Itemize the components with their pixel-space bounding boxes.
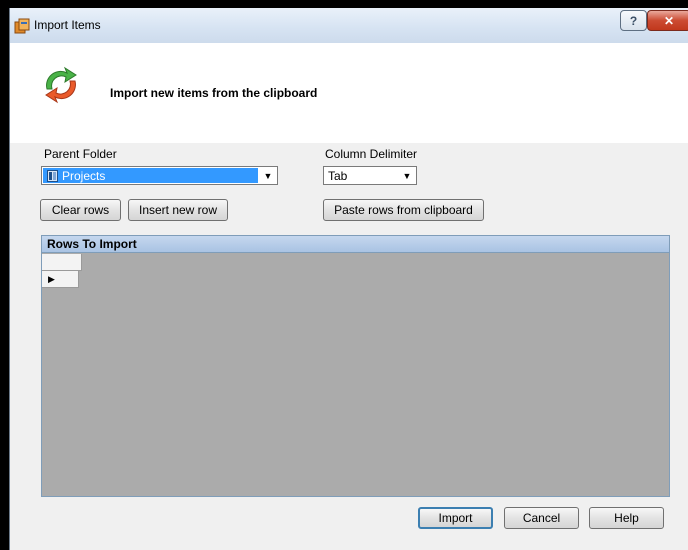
cancel-button[interactable]: Cancel — [504, 507, 579, 529]
clear-rows-button[interactable]: Clear rows — [40, 199, 121, 221]
parent-folder-label: Parent Folder — [44, 147, 117, 161]
refresh-arrows-icon — [45, 66, 77, 104]
insert-new-row-button[interactable]: Insert new row — [128, 199, 228, 221]
parent-folder-selected: Projects — [43, 168, 258, 183]
header-title: Import new items from the clipboard — [110, 86, 318, 100]
window-title: Import Items — [34, 18, 101, 32]
row-header[interactable]: ▶ — [42, 271, 79, 288]
close-button[interactable]: ✕ — [647, 10, 688, 31]
chevron-down-icon[interactable]: ▼ — [260, 168, 276, 183]
rows-to-import-grid[interactable]: Rows To Import ▶ — [41, 235, 670, 497]
paste-rows-button[interactable]: Paste rows from clipboard — [323, 199, 484, 221]
title-help-button[interactable]: ? — [620, 10, 647, 31]
parent-folder-value: Projects — [62, 168, 106, 183]
import-items-dialog: Import Items ? ✕ Import new items from t… — [9, 8, 688, 550]
grid-caption: Rows To Import — [42, 236, 669, 253]
project-icon — [47, 169, 58, 182]
column-delimiter-value: Tab — [328, 169, 348, 183]
current-row-indicator-icon: ▶ — [48, 274, 55, 284]
app-icon — [14, 18, 30, 34]
help-button[interactable]: Help — [589, 507, 664, 529]
chevron-down-icon[interactable]: ▼ — [399, 168, 415, 183]
parent-folder-select[interactable]: Projects ▼ — [41, 166, 278, 185]
column-delimiter-label: Column Delimiter — [325, 147, 418, 161]
title-bar[interactable]: Import Items ? ✕ — [10, 8, 688, 43]
grid-corner-header[interactable] — [42, 254, 82, 271]
import-button[interactable]: Import — [418, 507, 493, 529]
column-delimiter-select[interactable]: Tab ▼ — [323, 166, 417, 185]
header-panel: Import new items from the clipboard — [10, 43, 688, 143]
